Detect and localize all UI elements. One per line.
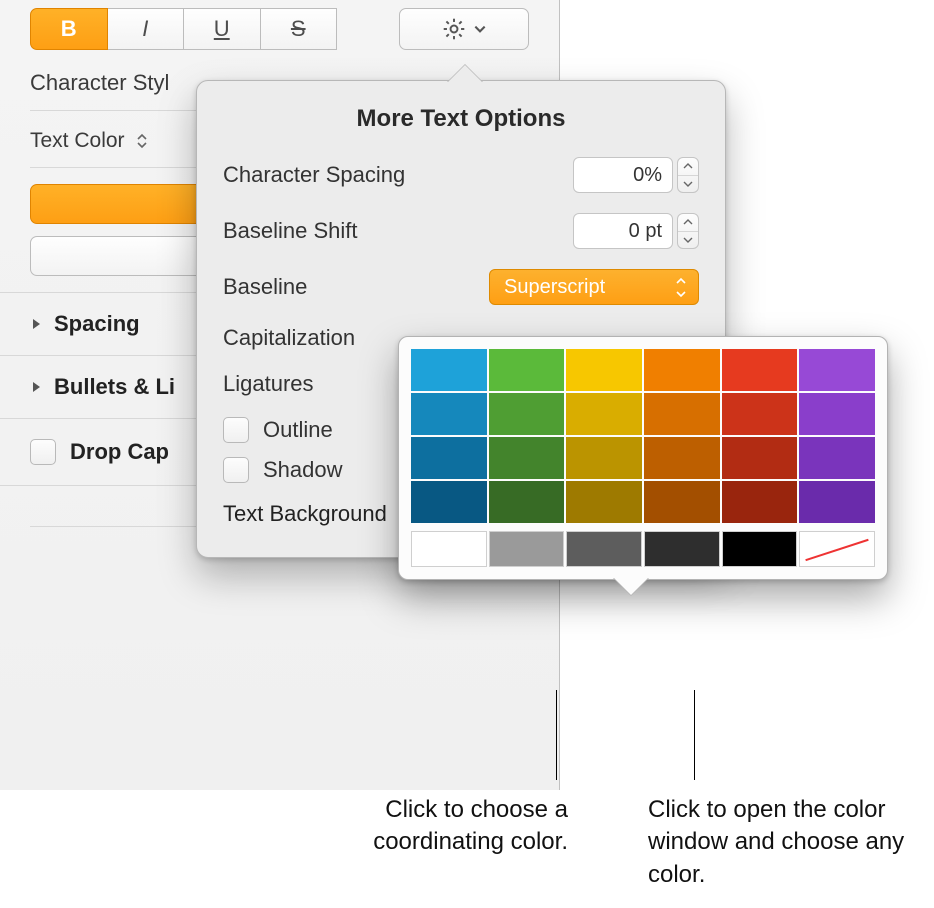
color-swatch[interactable]: [644, 481, 720, 523]
chevron-up-icon: [678, 214, 698, 232]
color-swatch[interactable]: [722, 481, 798, 523]
color-swatch[interactable]: [411, 437, 487, 479]
text-color-label: Text Color: [30, 129, 125, 152]
updown-caret-icon: [136, 132, 148, 150]
more-text-options-button[interactable]: [399, 8, 529, 50]
chevron-down-icon: [678, 232, 698, 249]
character-spacing-label: Character Spacing: [223, 162, 405, 188]
bullets-lists-label: Bullets & Li: [54, 374, 175, 400]
color-swatch[interactable]: [489, 481, 565, 523]
color-swatch[interactable]: [644, 437, 720, 479]
chevron-up-icon: [678, 158, 698, 176]
color-swatch[interactable]: [566, 437, 642, 479]
callout-text-right: Click to open the color window and choos…: [648, 794, 928, 891]
callout-leader-line: [556, 690, 557, 780]
color-swatch[interactable]: [411, 481, 487, 523]
color-swatch[interactable]: [489, 531, 565, 567]
color-palette-popover: [398, 336, 888, 580]
ligatures-label: Ligatures: [223, 371, 314, 397]
color-swatch[interactable]: [644, 531, 720, 567]
popover-title: More Text Options: [223, 105, 699, 133]
baseline-row: Baseline Superscript: [223, 269, 699, 305]
character-spacing-stepper[interactable]: 0%: [573, 157, 699, 193]
strikethrough-button[interactable]: S: [261, 8, 338, 50]
baseline-select[interactable]: Superscript: [489, 269, 699, 305]
color-swatch[interactable]: [644, 349, 720, 391]
spacing-label: Spacing: [54, 311, 140, 337]
chevron-down-icon: [473, 22, 487, 36]
color-palette-greyscale-row: [411, 531, 875, 567]
color-swatch[interactable]: [722, 393, 798, 435]
color-swatch[interactable]: [566, 349, 642, 391]
drop-cap-label: Drop Cap: [70, 439, 169, 465]
color-swatch[interactable]: [799, 393, 875, 435]
text-format-segmented: B I U S: [30, 8, 529, 50]
character-spacing-row: Character Spacing 0%: [223, 157, 699, 193]
color-swatch[interactable]: [411, 393, 487, 435]
color-swatch[interactable]: [489, 437, 565, 479]
color-swatch[interactable]: [722, 531, 798, 567]
color-swatch[interactable]: [644, 393, 720, 435]
text-background-label: Text Background: [223, 501, 387, 527]
stepper-buttons[interactable]: [677, 157, 699, 193]
shadow-checkbox[interactable]: [223, 457, 249, 483]
color-swatch[interactable]: [489, 393, 565, 435]
color-swatch[interactable]: [722, 437, 798, 479]
color-swatch[interactable]: [566, 481, 642, 523]
baseline-value: Superscript: [504, 276, 605, 299]
gear-icon: [441, 16, 467, 42]
color-swatch[interactable]: [799, 349, 875, 391]
capitalization-label: Capitalization: [223, 325, 355, 351]
color-swatch[interactable]: [799, 481, 875, 523]
disclosure-triangle-icon: [30, 381, 42, 393]
updown-caret-icon: [672, 274, 690, 300]
callout-leader-line: [694, 690, 695, 780]
chevron-down-icon: [678, 176, 698, 193]
baseline-shift-stepper[interactable]: 0 pt: [573, 213, 699, 249]
outline-label: Outline: [263, 417, 333, 443]
bold-button[interactable]: B: [30, 8, 108, 50]
character-spacing-value[interactable]: 0%: [573, 157, 673, 193]
color-swatch[interactable]: [566, 531, 642, 567]
color-swatch[interactable]: [411, 531, 487, 567]
baseline-shift-row: Baseline Shift 0 pt: [223, 213, 699, 249]
baseline-shift-value[interactable]: 0 pt: [573, 213, 673, 249]
baseline-label: Baseline: [223, 274, 307, 300]
shadow-label: Shadow: [263, 457, 343, 483]
italic-button[interactable]: I: [108, 8, 185, 50]
color-swatch[interactable]: [722, 349, 798, 391]
drop-cap-checkbox[interactable]: [30, 439, 56, 465]
outline-checkbox[interactable]: [223, 417, 249, 443]
color-swatch[interactable]: [411, 349, 487, 391]
color-swatch[interactable]: [799, 437, 875, 479]
no-color-swatch[interactable]: [799, 531, 875, 567]
disclosure-triangle-icon: [30, 318, 42, 330]
color-swatch[interactable]: [566, 393, 642, 435]
color-swatch[interactable]: [489, 349, 565, 391]
color-palette-grid: [411, 349, 875, 523]
callout-text-left: Click to choose a coordinating color.: [278, 794, 568, 859]
underline-button[interactable]: U: [184, 8, 261, 50]
baseline-shift-label: Baseline Shift: [223, 218, 358, 244]
stepper-buttons[interactable]: [677, 213, 699, 249]
